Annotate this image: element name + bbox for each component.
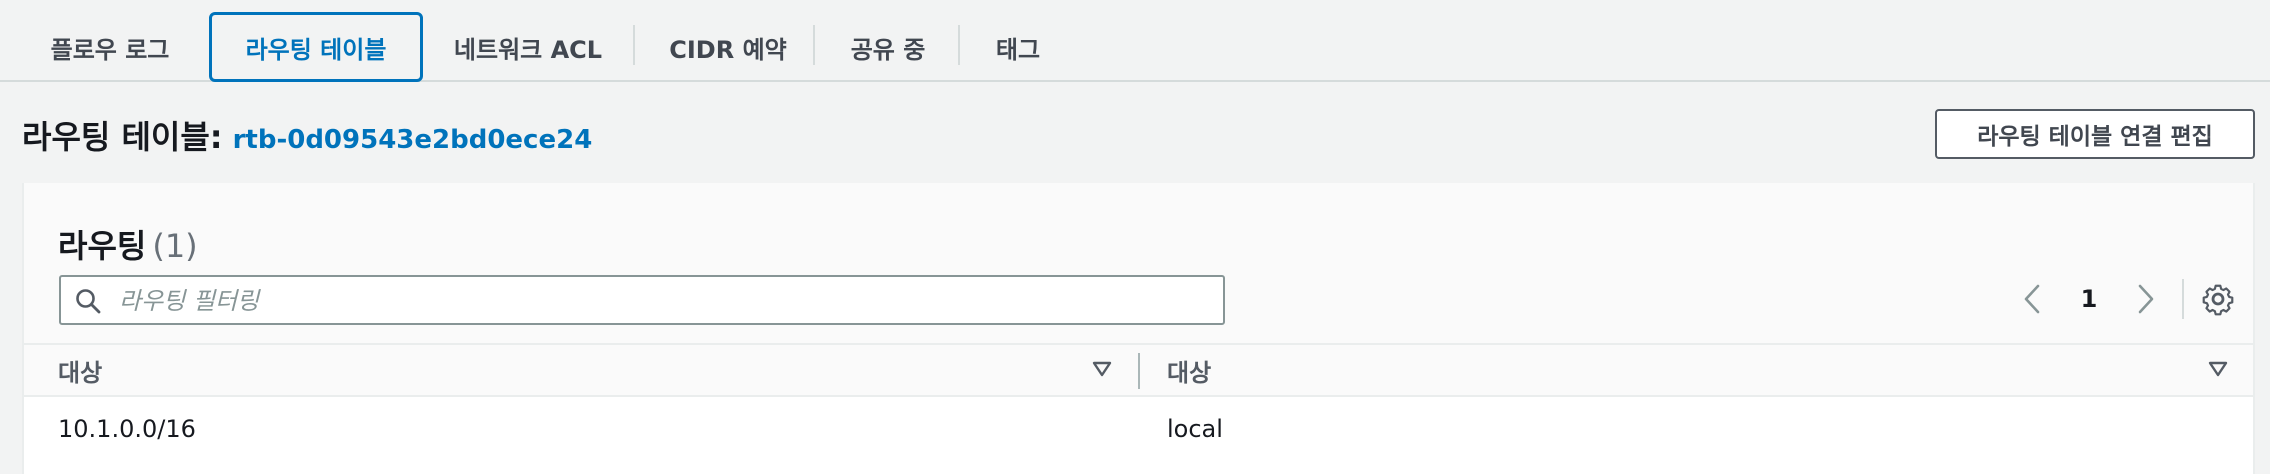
column-header-label: 대상 bbox=[58, 358, 103, 387]
tab-divider bbox=[813, 25, 815, 65]
panel-title-text: 라우팅 bbox=[58, 227, 147, 265]
tab-label: CIDR 예약 bbox=[669, 35, 787, 64]
chevron-left-icon bbox=[2024, 284, 2040, 314]
route-filter-field[interactable] bbox=[59, 275, 1225, 325]
route-count: (1) bbox=[152, 227, 198, 265]
section-title-text: 라우팅 테이블: bbox=[22, 118, 223, 156]
tab-divider bbox=[633, 25, 635, 65]
tab-label: 공유 중 bbox=[850, 35, 926, 64]
table-preferences-button[interactable] bbox=[2196, 277, 2240, 321]
tab-divider bbox=[958, 25, 960, 65]
panel-title: 라우팅 (1) bbox=[58, 221, 198, 267]
edit-button-label: 라우팅 테이블 연결 편집 bbox=[1977, 124, 2213, 150]
cell-target: local bbox=[1167, 415, 1223, 443]
column-header-destination[interactable]: 대상 bbox=[58, 345, 102, 395]
current-page-number[interactable]: 1 bbox=[2064, 279, 2114, 319]
tab-route-tables[interactable]: 라우팅 테이블 bbox=[209, 12, 423, 82]
tab-network-acl[interactable]: 네트워크 ACL bbox=[438, 12, 618, 82]
tab-sharing[interactable]: 공유 중 bbox=[828, 12, 948, 82]
search-icon bbox=[76, 289, 101, 314]
tab-label: 태그 bbox=[995, 35, 1041, 64]
table-row[interactable]: 10.1.0.0/16 local bbox=[24, 397, 2253, 474]
tab-label: 플로우 로그 bbox=[50, 35, 170, 64]
cell-destination: 10.1.0.0/16 bbox=[58, 415, 196, 443]
column-header-label: 대상 bbox=[1167, 358, 1212, 387]
edit-route-table-associations-button[interactable]: 라우팅 테이블 연결 편집 bbox=[1935, 109, 2255, 159]
tab-cidr-reservations[interactable]: CIDR 예약 bbox=[648, 12, 808, 82]
column-resize-handle[interactable] bbox=[1138, 353, 1140, 389]
page-title: 라우팅 테이블: rtb-0d09543e2bd0ece24 bbox=[22, 112, 592, 158]
sort-down-icon[interactable] bbox=[1092, 359, 1112, 379]
table-header: 대상 대상 bbox=[24, 343, 2253, 397]
next-page-button[interactable] bbox=[2126, 279, 2166, 319]
tab-flow-logs[interactable]: 플로우 로그 bbox=[30, 12, 190, 82]
chevron-right-icon bbox=[2138, 284, 2154, 314]
gear-icon bbox=[2202, 284, 2234, 316]
sort-down-icon[interactable] bbox=[2208, 359, 2228, 379]
tab-label: 네트워크 ACL bbox=[453, 35, 603, 64]
route-table-id-link[interactable]: rtb-0d09543e2bd0ece24 bbox=[233, 125, 593, 155]
tab-label: 라우팅 테이블 bbox=[245, 35, 387, 64]
tab-bar: 플로우 로그 라우팅 테이블 네트워크 ACL CIDR 예약 공유 중 태그 bbox=[0, 0, 2270, 82]
column-header-target[interactable]: 대상 bbox=[1167, 345, 1211, 395]
route-filter-input[interactable] bbox=[117, 283, 1201, 319]
toolbar-divider bbox=[2182, 279, 2184, 319]
panel-header: 라우팅(1) 1 bbox=[24, 183, 2253, 343]
tab-tags[interactable]: 태그 bbox=[973, 12, 1063, 82]
previous-page-button[interactable] bbox=[2012, 279, 2052, 319]
routes-panel: 라우팅(1) 1 bbox=[22, 183, 2255, 474]
